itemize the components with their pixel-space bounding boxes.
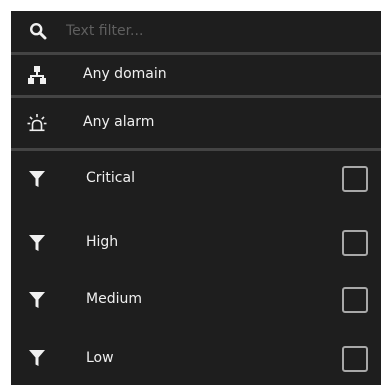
severity-label-medium: Medium: [86, 291, 142, 307]
filter-funnel-icon: [29, 350, 45, 366]
severity-checkbox-medium[interactable]: [342, 287, 368, 313]
severity-row-low[interactable]: Low: [11, 331, 381, 385]
search-icon: [29, 22, 47, 40]
filter-funnel-icon: [29, 292, 45, 308]
severity-checkbox-high[interactable]: [342, 230, 368, 256]
severity-row-high[interactable]: High: [11, 216, 381, 271]
domain-selector[interactable]: Any domain: [11, 55, 381, 95]
severity-checkbox-low[interactable]: [342, 346, 368, 372]
alarm-label: Any alarm: [83, 114, 155, 130]
filter-panel: Any domain Any alarm Critical High: [11, 11, 381, 385]
filter-funnel-icon: [29, 171, 45, 187]
domain-hierarchy-icon: [28, 66, 46, 84]
severity-row-medium[interactable]: Medium: [11, 273, 381, 328]
severity-label-low: Low: [86, 350, 114, 366]
filter-funnel-icon: [29, 235, 45, 251]
severity-row-critical[interactable]: Critical: [11, 151, 381, 206]
alarm-light-icon: [27, 114, 47, 132]
text-filter-input[interactable]: [66, 17, 366, 45]
alarm-selector[interactable]: Any alarm: [11, 98, 381, 148]
severity-checkbox-critical[interactable]: [342, 166, 368, 192]
text-filter-row: [11, 11, 381, 52]
domain-label: Any domain: [83, 66, 167, 82]
severity-label-critical: Critical: [86, 170, 135, 186]
severity-label-high: High: [86, 234, 119, 250]
